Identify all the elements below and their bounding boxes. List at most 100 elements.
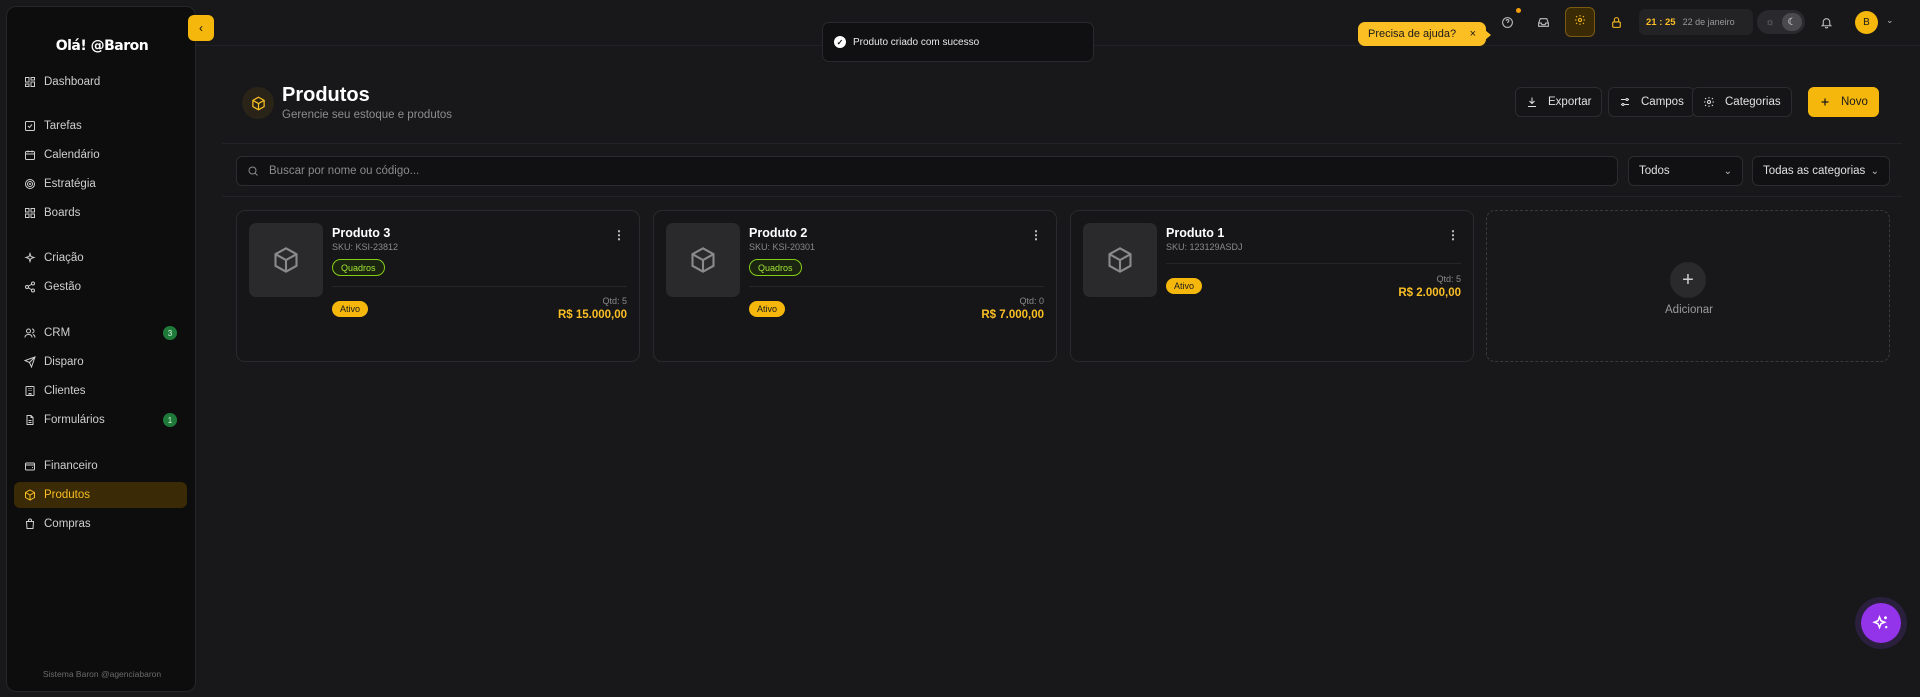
new-label: Novo [1841, 96, 1868, 108]
product-card[interactable]: Produto 1 SKU: 123129ASDJ ⋮ Ativo Qtd: 5… [1070, 210, 1474, 362]
sliders-icon [1621, 98, 1629, 106]
calendar-icon [24, 149, 36, 161]
sidebar-item-estrategia[interactable]: Estratégia [14, 171, 187, 197]
more-vertical-icon[interactable]: ⋮ [613, 228, 625, 242]
product-image-placeholder [666, 223, 740, 297]
users-icon [24, 327, 36, 339]
sidebar-item-label: Tarefas [44, 120, 82, 132]
sidebar-item-boards[interactable]: Boards [14, 200, 187, 226]
formularios-count-badge: 1 [163, 413, 177, 427]
package-icon [691, 247, 715, 273]
sidebar-item-clientes[interactable]: Clientes [14, 378, 187, 404]
sidebar-item-formularios[interactable]: Formulários 1 [14, 407, 187, 433]
sidebar-item-label: Financeiro [44, 460, 98, 472]
sun-icon[interactable]: ☼ [1760, 13, 1780, 31]
package-icon [1108, 247, 1132, 273]
page-title: Produtos [282, 84, 370, 106]
add-product-label: Adicionar [1665, 304, 1713, 316]
wallet-icon [24, 460, 36, 472]
export-button[interactable]: Exportar [1515, 87, 1603, 117]
status-badge: Ativo [1166, 278, 1203, 294]
sidebar-item-label: Clientes [44, 385, 86, 397]
moon-icon[interactable]: ☾ [1782, 13, 1802, 31]
ai-assistant-button[interactable] [1855, 597, 1907, 649]
sidebar: Olá! @Baron Dashboard Tarefas Calendário… [6, 6, 196, 692]
categories-button[interactable]: Categorias [1692, 87, 1792, 117]
chevron-down-icon: ⌄ [1723, 165, 1732, 177]
status-select[interactable]: Todos ⌄ [1628, 156, 1743, 186]
sidebar-greeting: Olá! @Baron [55, 38, 149, 54]
sidebar-item-compras[interactable]: Compras [14, 511, 187, 537]
gear-icon [1704, 97, 1714, 107]
clock-date: 22 de janeiro [1682, 17, 1735, 27]
product-card[interactable]: Produto 3 SKU: KSI-23812 ⋮ Quadros Ativo… [236, 210, 640, 362]
toast-message: Produto criado com sucesso [853, 36, 980, 48]
sidebar-item-label: Disparo [44, 356, 84, 368]
check-circle-icon: ✓ [834, 36, 846, 48]
sidebar-item-label: Boards [44, 207, 81, 219]
share-icon [24, 281, 36, 293]
sidebar-item-crm[interactable]: CRM 3 [14, 320, 187, 346]
category-select[interactable]: Todas as categorias ⌄ [1752, 156, 1890, 186]
download-icon [1528, 97, 1536, 107]
sidebar-item-label: Dashboard [44, 76, 101, 88]
more-vertical-icon[interactable]: ⋮ [1030, 228, 1042, 242]
sidebar-item-financeiro[interactable]: Financeiro [14, 453, 187, 479]
sidebar-item-label: Calendário [44, 149, 100, 161]
dashboard-icon [24, 76, 36, 88]
divider [1166, 263, 1461, 264]
file-icon [24, 414, 36, 426]
divider [749, 286, 1044, 287]
more-vertical-icon[interactable]: ⋮ [1447, 228, 1459, 242]
sidebar-item-criacao[interactable]: Criação [14, 245, 187, 271]
fields-label: Campos [1641, 96, 1684, 108]
product-name: Produto 3 [332, 226, 391, 240]
send-icon [24, 356, 36, 368]
help-label: Precisa de ajuda? [1368, 28, 1457, 40]
help-tooltip[interactable]: Precisa de ajuda? × [1358, 22, 1491, 46]
fields-button[interactable]: Campos [1608, 87, 1695, 117]
crm-count-badge: 3 [163, 326, 177, 340]
product-sku: SKU: KSI-23812 [332, 242, 399, 252]
theme-toggle[interactable]: ☼ ☾ [1757, 10, 1805, 34]
product-sku: SKU: 123129ASDJ [1166, 242, 1243, 252]
status-select-value: Todos [1639, 165, 1670, 177]
help-circle-icon[interactable] [1498, 13, 1516, 31]
inbox-icon[interactable] [1534, 13, 1552, 31]
product-card[interactable]: Produto 2 SKU: KSI-20301 ⋮ Quadros Ativo… [653, 210, 1057, 362]
sidebar-item-dashboard[interactable]: Dashboard [14, 69, 187, 95]
close-icon[interactable]: × [1470, 28, 1476, 40]
sidebar-item-label: Gestão [44, 281, 82, 293]
sidebar-footer: Sistema Baron @agenciabaron [42, 669, 162, 679]
new-product-button[interactable]: Novo [1808, 87, 1879, 117]
status-badge: Ativo [749, 301, 786, 317]
page-subtitle: Gerencie seu estoque e produtos [282, 109, 453, 121]
plus-icon [1821, 98, 1829, 106]
notification-dot [1516, 8, 1521, 13]
add-product-card[interactable]: + Adicionar [1486, 210, 1890, 362]
gear-icon [1574, 13, 1586, 31]
sidebar-item-calendario[interactable]: Calendário [14, 142, 187, 168]
lock-icon[interactable] [1607, 13, 1625, 31]
export-label: Exportar [1548, 96, 1592, 108]
chevron-down-icon[interactable]: ⌄ [1886, 15, 1894, 26]
product-price: R$ 2.000,00 [1398, 287, 1461, 299]
sidebar-item-gestao[interactable]: Gestão [14, 274, 187, 300]
sidebar-item-produtos[interactable]: Produtos [14, 482, 187, 508]
avatar[interactable]: B [1855, 11, 1878, 34]
plus-icon: + [1670, 262, 1706, 298]
product-name: Produto 2 [749, 226, 808, 240]
product-quantity: Qtd: 5 [1436, 274, 1461, 284]
clock-time: 21 : 25 [1646, 16, 1676, 28]
status-badge: Ativo [332, 301, 369, 317]
sidebar-item-tarefas[interactable]: Tarefas [14, 113, 187, 139]
sidebar-item-label: Compras [44, 518, 91, 530]
product-quantity: Qtd: 5 [602, 296, 627, 306]
settings-button[interactable] [1565, 7, 1595, 37]
boards-icon [24, 207, 36, 219]
bell-icon[interactable] [1817, 13, 1835, 31]
sidebar-item-disparo[interactable]: Disparo [14, 349, 187, 375]
sidebar-item-label: Formulários [44, 414, 105, 426]
product-image-placeholder [1083, 223, 1157, 297]
search-input[interactable]: Buscar por nome ou código... [236, 156, 1618, 186]
